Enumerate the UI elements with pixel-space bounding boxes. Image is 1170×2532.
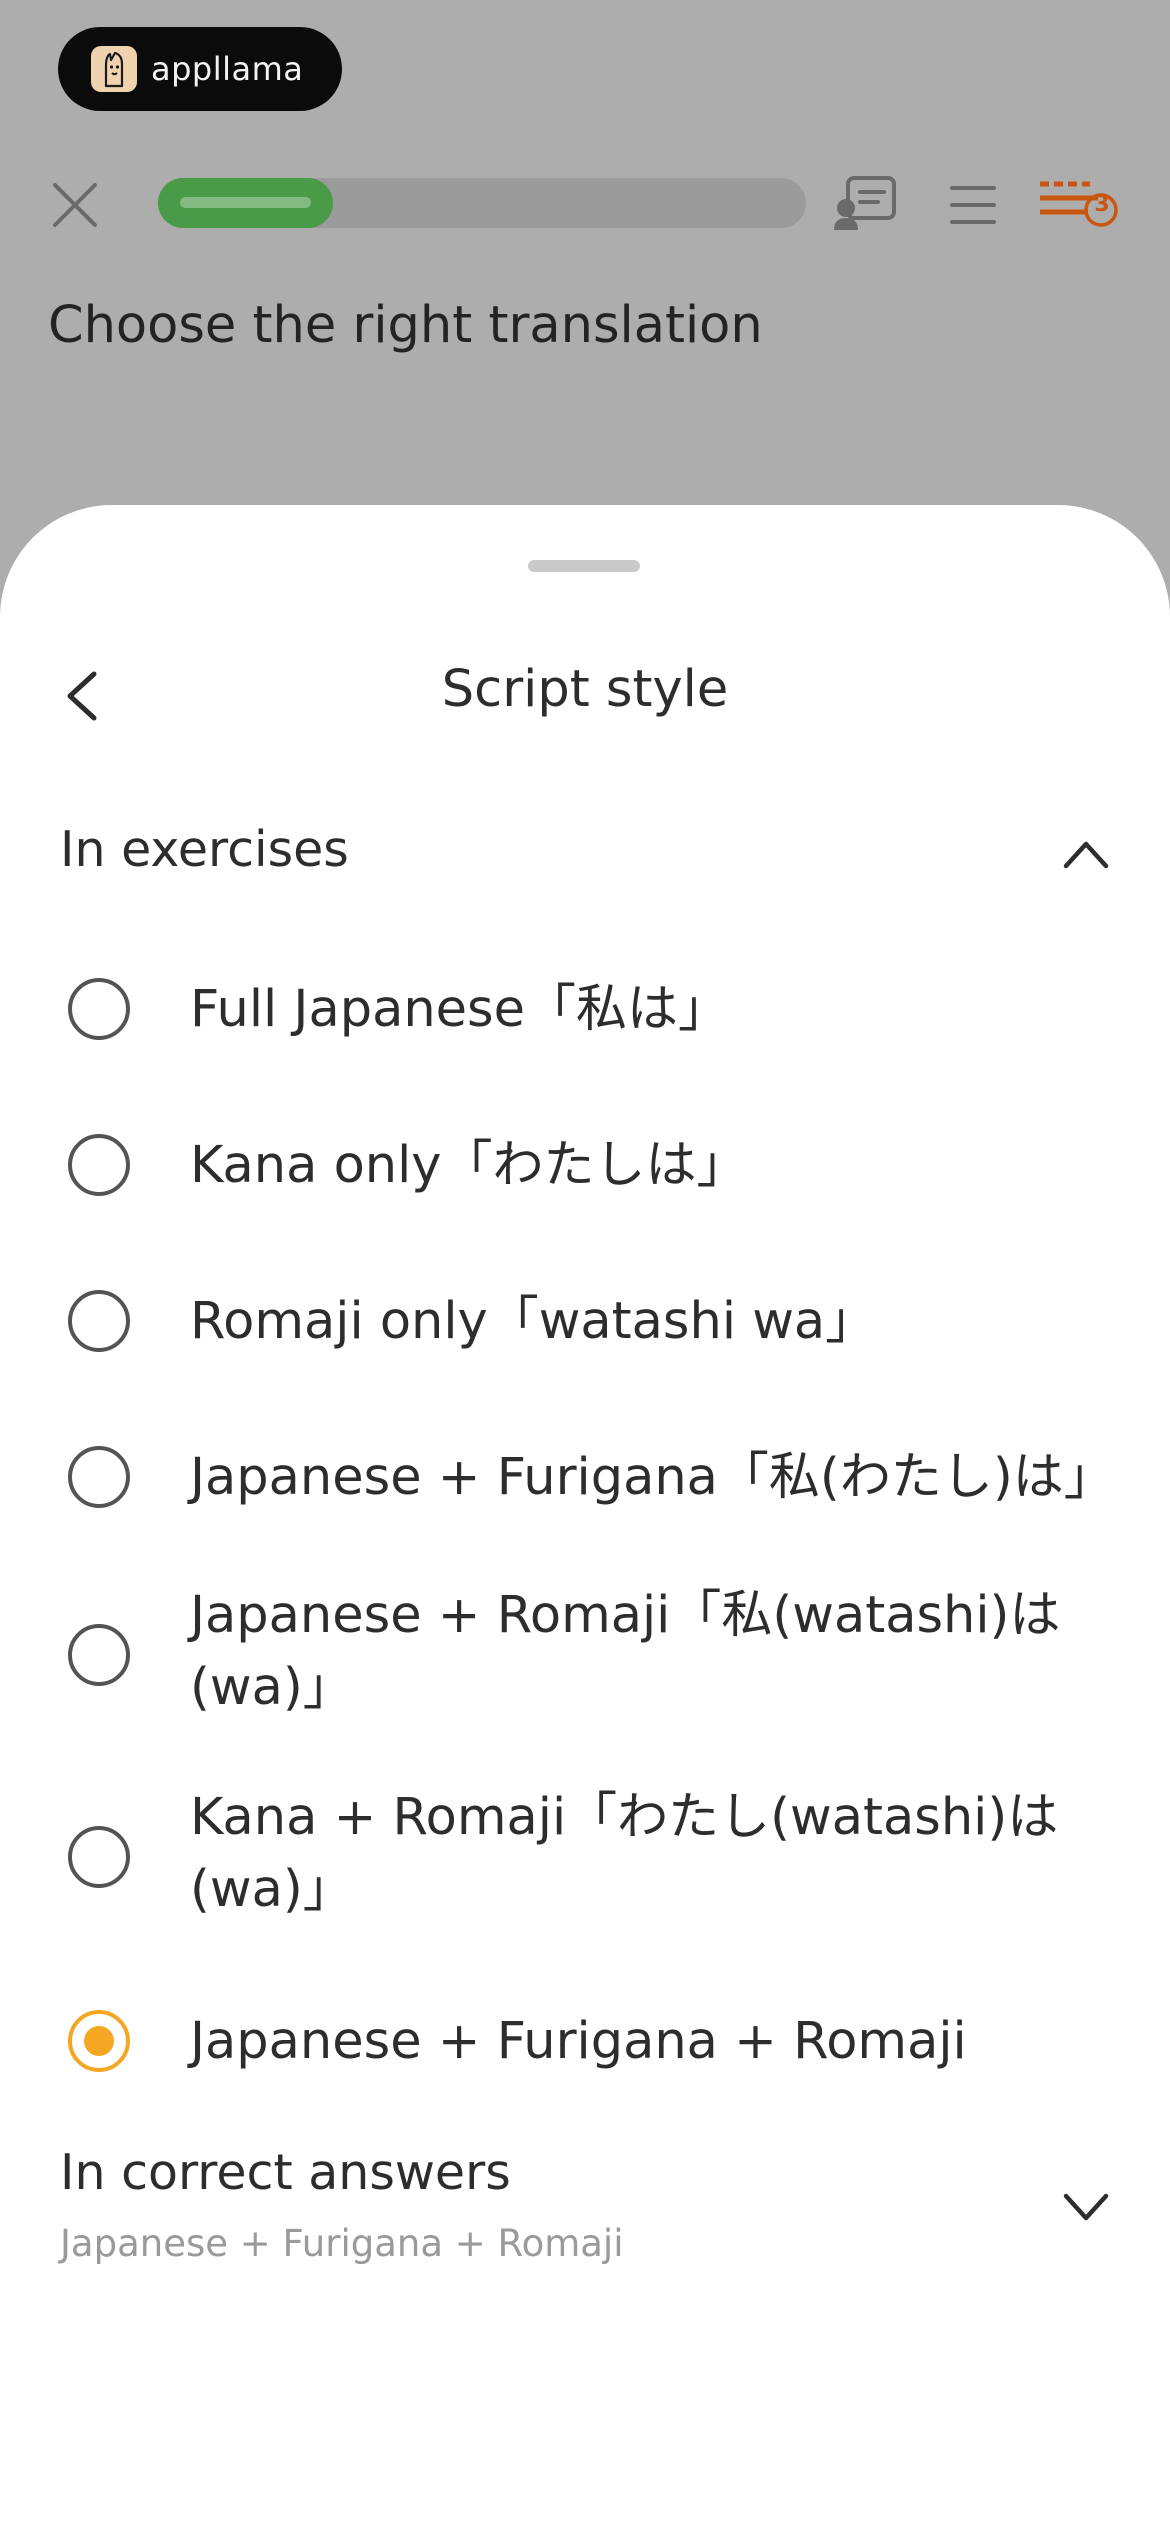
app-logo: appllama: [58, 27, 342, 111]
chevron-up-icon: [1063, 841, 1109, 869]
option-kana-romaji[interactable]: Kana + Romaji「わたし(watashi)は(wa)」: [0, 1782, 1170, 1934]
option-kana-only[interactable]: Kana only「わたしは」: [0, 1126, 1170, 1208]
progress-fill: [158, 178, 333, 228]
option-label: Romaji only「watashi wa」: [190, 1292, 877, 1351]
radio-button[interactable]: [68, 978, 130, 1040]
radio-button[interactable]: [68, 1446, 130, 1508]
expand-correct-answers-button[interactable]: [1060, 2186, 1112, 2226]
option-label: Japanese + Furigana + Romaji: [190, 2012, 967, 2071]
flashcard-icon: [834, 176, 896, 230]
option-japanese-furigana-romaji[interactable]: Japanese + Furigana + Romaji: [0, 2006, 1170, 2088]
section-in-correct-answers[interactable]: In correct answers: [60, 2144, 511, 2201]
option-romaji-only[interactable]: Romaji only「watashi wa」: [0, 1282, 1170, 1364]
menu-icon: [950, 186, 996, 224]
radio-button[interactable]: [68, 1624, 130, 1686]
section-in-exercises[interactable]: In exercises: [60, 821, 349, 878]
progress-shine: [180, 197, 311, 208]
radio-button[interactable]: [68, 1290, 130, 1352]
flashcard-button[interactable]: [832, 174, 898, 232]
sheet-drag-handle[interactable]: [528, 560, 640, 572]
option-full-japanese[interactable]: Full Japanese「私は」: [0, 970, 1170, 1052]
screen: appllama 3 Choose the right translation …: [0, 0, 1170, 2532]
lesson-progress-bar: [158, 178, 806, 228]
radio-selected-dot: [84, 2026, 114, 2056]
correct-answers-current-value: Japanese + Furigana + Romaji: [60, 2222, 624, 2265]
radio-button[interactable]: [68, 1134, 130, 1196]
logo-text: appllama: [151, 50, 304, 88]
option-label: Japanese + Furigana「私(わたし)は」: [190, 1448, 1115, 1507]
collapse-exercises-button[interactable]: [1060, 834, 1112, 874]
option-label: Japanese + Romaji「私(watashi)は(wa)」: [190, 1586, 1061, 1717]
close-button[interactable]: [50, 180, 100, 230]
question-prompt: Choose the right translation: [48, 296, 763, 355]
sheet-title: Script style: [441, 660, 729, 719]
chevron-down-icon: [1063, 2193, 1109, 2221]
llama-logo-icon: [91, 46, 137, 92]
notes-button[interactable]: 3: [1036, 178, 1122, 234]
close-icon: [53, 183, 97, 227]
option-label: Kana + Romaji「わたし(watashi)は(wa)」: [190, 1788, 1059, 1919]
menu-button[interactable]: [948, 182, 998, 228]
option-japanese-furigana[interactable]: Japanese + Furigana「私(わたし)は」: [0, 1438, 1170, 1520]
option-label: Full Japanese「私は」: [190, 980, 729, 1039]
radio-button-selected[interactable]: [68, 2010, 130, 2072]
notes-badge-count: 3: [1094, 192, 1110, 217]
option-japanese-romaji[interactable]: Japanese + Romaji「私(watashi)は(wa)」: [0, 1580, 1170, 1732]
option-label: Kana only「わたしは」: [190, 1136, 748, 1195]
radio-button[interactable]: [68, 1826, 130, 1888]
